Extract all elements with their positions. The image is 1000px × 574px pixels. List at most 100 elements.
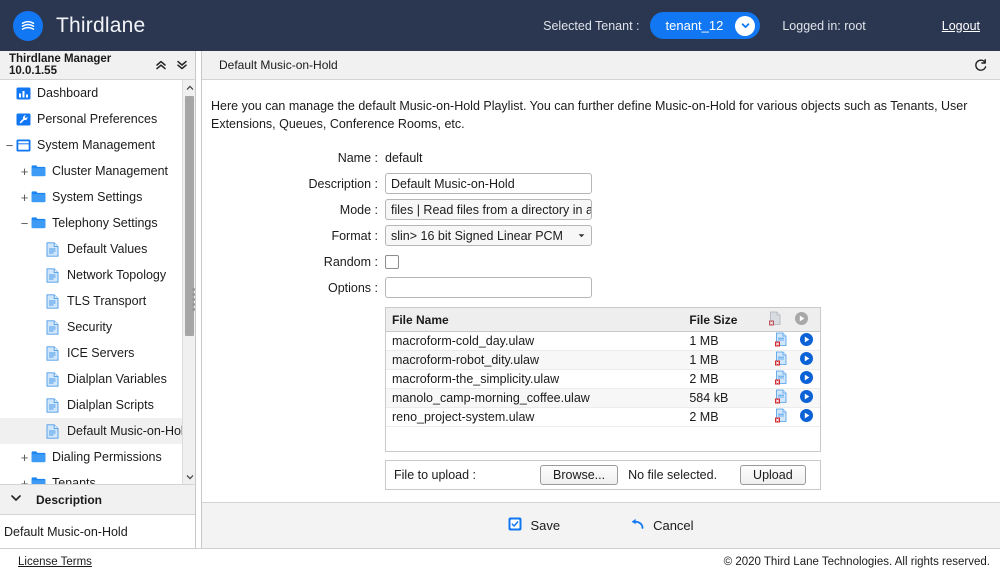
table-row[interactable]: reno_project-system.ulaw 2 MB — [386, 407, 820, 427]
delete-file-icon[interactable] — [774, 351, 788, 366]
browse-button[interactable]: Browse... — [540, 465, 619, 486]
cell-delete — [767, 331, 794, 351]
sidebar-item-system-settings[interactable]: + System Settings — [0, 184, 195, 210]
table-row[interactable]: macroform-the_simplicity.ulaw 2 MB — [386, 369, 820, 389]
play-icon[interactable] — [799, 389, 814, 404]
page-icon — [46, 267, 61, 283]
sidebar-item-ice-servers[interactable]: ICE Servers — [0, 340, 195, 366]
format-select[interactable]: slin> 16 bit Signed Linear PCM — [385, 225, 592, 247]
expand-toggle-icon[interactable]: + — [18, 451, 31, 464]
caret-down-icon — [571, 229, 586, 243]
navigation-tree: Dashboard Personal Preferences − System Ma… — [0, 80, 195, 484]
top-bar: Thirdlane Selected Tenant : tenant_12 Lo… — [0, 0, 1000, 51]
sidebar-item-cluster-management[interactable]: + Cluster Management — [0, 158, 195, 184]
cell-file-name: macroform-robot_dity.ulaw — [386, 350, 684, 370]
cell-delete — [767, 388, 794, 408]
delete-file-icon[interactable] — [774, 332, 788, 347]
logout-link[interactable]: Logout — [942, 19, 980, 33]
collapse-toggle-icon[interactable]: − — [18, 217, 31, 230]
expand-toggle-icon[interactable]: + — [18, 165, 31, 178]
sidebar-item-label: Dialplan Variables — [67, 372, 167, 386]
upload-label: File to upload : — [394, 468, 476, 483]
double-chevron-up-icon[interactable] — [155, 59, 167, 71]
sidebar-splitter[interactable] — [190, 51, 196, 548]
sidebar-item-system-management[interactable]: − System Management — [0, 132, 195, 158]
sidebar-item-label: Default Music-on-Hold — [67, 424, 191, 438]
play-icon[interactable] — [799, 332, 814, 347]
brand: Thirdlane — [0, 10, 145, 41]
description-input[interactable] — [385, 173, 592, 195]
sidebar-item-security[interactable]: Security — [0, 314, 195, 340]
description-panel-header[interactable]: Description — [0, 484, 195, 515]
sidebar-header-actions — [155, 59, 188, 71]
upload-button[interactable]: Upload — [740, 465, 806, 486]
delete-file-icon[interactable] — [774, 389, 788, 404]
random-checkbox[interactable] — [385, 254, 399, 269]
sidebar-item-dialplan-scripts[interactable]: Dialplan Scripts — [0, 392, 195, 418]
folder-icon — [31, 476, 46, 484]
page-icon — [46, 241, 61, 257]
page-icon — [46, 397, 61, 413]
cell-play — [793, 388, 820, 408]
column-header-file-size[interactable]: File Size — [683, 308, 768, 332]
selected-tenant-label: Selected Tenant : — [543, 18, 640, 33]
files-table-container: File Name File Size macroform-cold_day.u… — [385, 307, 821, 453]
cell-play — [793, 350, 820, 370]
column-header-file-name[interactable]: File Name — [386, 308, 684, 332]
expand-toggle-icon[interactable]: + — [18, 191, 31, 204]
play-icon[interactable] — [799, 408, 814, 423]
sidebar-item-label: Security — [67, 320, 113, 334]
page-icon — [46, 371, 61, 387]
tenant-selector[interactable]: tenant_12 — [649, 12, 761, 39]
body-area: Thirdlane Manager 10.0.1.55 Dashboard Pe… — [0, 51, 1000, 548]
table-row[interactable]: macroform-cold_day.ulaw 1 MB — [386, 331, 820, 351]
save-button[interactable]: Save — [508, 517, 560, 534]
folder-icon — [31, 216, 46, 231]
sidebar-item-personal-preferences[interactable]: Personal Preferences — [0, 106, 195, 132]
mode-select-value: files | Read files from a directory in a… — [391, 202, 592, 217]
sidebar-item-tenants[interactable]: + Tenants — [0, 470, 195, 484]
copyright-text: © 2020 Third Lane Technologies. All righ… — [723, 555, 990, 568]
table-row[interactable]: macroform-robot_dity.ulaw 1 MB — [386, 350, 820, 370]
double-chevron-down-icon[interactable] — [176, 59, 188, 71]
expand-toggle-icon[interactable]: + — [18, 477, 31, 485]
table-row[interactable]: manolo_camp-morning_coffee.ulaw 584 kB — [386, 388, 820, 408]
sidebar-item-telephony-settings[interactable]: − Telephony Settings — [0, 210, 195, 236]
sidebar-item-label: ICE Servers — [67, 346, 135, 360]
mode-select[interactable]: files | Read files from a directory in a… — [385, 199, 592, 221]
sidebar-item-label: Telephony Settings — [52, 216, 158, 230]
sidebar-item-network-topology[interactable]: Network Topology — [0, 262, 195, 288]
license-terms-link[interactable]: License Terms — [18, 556, 92, 568]
sidebar-item-tls-transport[interactable]: TLS Transport — [0, 288, 195, 314]
sidebar-item-dialing-permissions[interactable]: + Dialing Permissions — [0, 444, 195, 470]
sidebar-item-default-values[interactable]: Default Values — [0, 236, 195, 262]
sidebar-item-dashboard[interactable]: Dashboard — [0, 80, 195, 106]
play-icon-disabled — [794, 311, 809, 329]
format-select-value: slin> 16 bit Signed Linear PCM — [391, 228, 563, 243]
sidebar-item-dialplan-variables[interactable]: Dialplan Variables — [0, 366, 195, 392]
wrench-icon — [16, 112, 31, 127]
refresh-icon[interactable] — [973, 58, 988, 73]
upload-row: File to upload : Browse... No file selec… — [385, 460, 821, 491]
cell-file-name: reno_project-system.ulaw — [386, 407, 684, 427]
intro-text: Here you can manage the default Music-on… — [211, 99, 968, 132]
delete-file-icon[interactable] — [774, 370, 788, 385]
options-input[interactable] — [385, 277, 592, 299]
play-icon[interactable] — [799, 351, 814, 366]
sidebar-item-label: Tenants — [52, 476, 96, 484]
sidebar-item-label: System Settings — [52, 190, 143, 204]
splitter-grip-icon — [191, 288, 195, 311]
cancel-button[interactable]: Cancel — [629, 517, 694, 534]
sidebar-item-label: Network Topology — [67, 268, 167, 282]
description-panel-title: Description — [36, 492, 103, 507]
play-icon[interactable] — [799, 370, 814, 385]
sidebar-item-default-music-on-hold[interactable]: Default Music-on-Hold — [0, 418, 195, 444]
collapse-toggle-icon[interactable]: − — [3, 139, 16, 152]
delete-file-icon[interactable] — [774, 408, 788, 423]
